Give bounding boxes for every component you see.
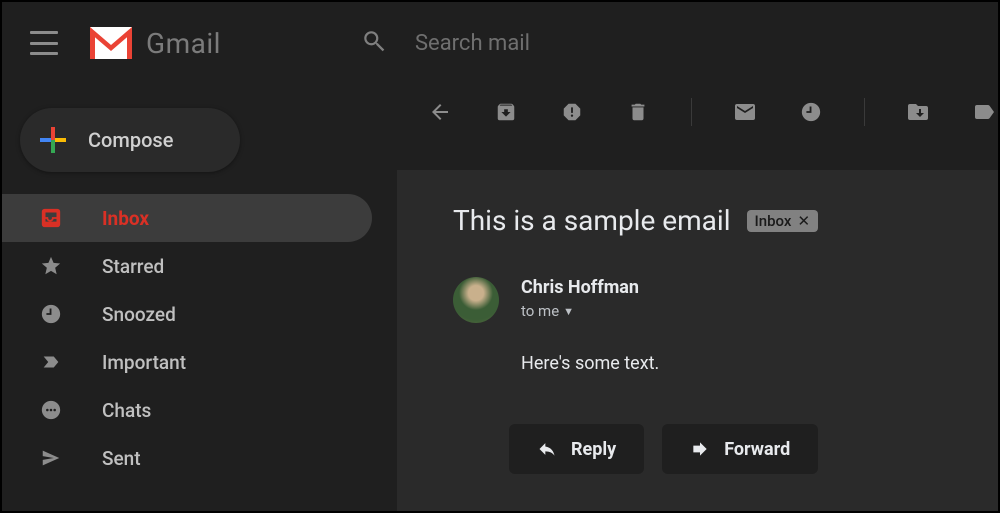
message-panel: This is a sample email Inbox ✕ Chris Hof…: [397, 170, 998, 511]
search-icon: [361, 28, 387, 58]
email-subject: This is a sample email: [453, 204, 731, 237]
toolbar-separator: [691, 98, 692, 126]
snooze-button[interactable]: [798, 99, 824, 125]
sender-name: Chris Hoffman: [521, 277, 639, 298]
toolbar-separator: [864, 98, 865, 126]
spam-button[interactable]: [559, 99, 585, 125]
archive-button[interactable]: [493, 99, 519, 125]
forward-button[interactable]: Forward: [662, 424, 818, 474]
sidebar-item-label: Starred: [102, 255, 164, 278]
reply-label: Reply: [571, 439, 616, 460]
main-area: This is a sample email Inbox ✕ Chris Hof…: [397, 84, 998, 511]
star-icon: [40, 255, 64, 277]
sidebar-item-label: Snoozed: [102, 303, 176, 326]
sidebar: Compose Inbox Starred Snoozed Important …: [2, 84, 397, 511]
move-to-button[interactable]: [905, 99, 931, 125]
main-menu-button[interactable]: [30, 31, 58, 55]
app-header: Gmail: [2, 2, 998, 84]
delete-button[interactable]: [625, 99, 651, 125]
chevron-down-icon: ▼: [563, 305, 574, 318]
chat-icon: [40, 399, 64, 421]
reply-icon: [537, 439, 557, 459]
search-input[interactable]: [415, 31, 815, 56]
forward-icon: [690, 439, 710, 459]
sidebar-item-important[interactable]: Important: [2, 338, 372, 386]
plus-icon: [40, 127, 66, 153]
search-bar[interactable]: [361, 28, 815, 58]
gmail-logo[interactable]: Gmail: [90, 27, 221, 60]
sidebar-item-starred[interactable]: Starred: [2, 242, 372, 290]
mark-unread-button[interactable]: [732, 99, 758, 125]
sender-avatar[interactable]: [453, 277, 499, 323]
recipient-line[interactable]: to me ▼: [521, 302, 639, 320]
sidebar-item-label: Inbox: [102, 207, 149, 230]
compose-label: Compose: [88, 128, 173, 152]
sidebar-item-snoozed[interactable]: Snoozed: [2, 290, 372, 338]
back-button[interactable]: [427, 99, 453, 125]
sidebar-item-chats[interactable]: Chats: [2, 386, 372, 434]
clock-icon: [40, 303, 64, 325]
message-toolbar: [397, 84, 998, 140]
important-icon: [40, 351, 64, 373]
sidebar-item-inbox[interactable]: Inbox: [2, 194, 372, 242]
compose-button[interactable]: Compose: [20, 108, 240, 172]
inbox-icon: [40, 207, 64, 229]
sidebar-item-label: Chats: [102, 399, 151, 422]
gmail-icon: [90, 27, 132, 59]
labels-button[interactable]: [971, 99, 997, 125]
forward-label: Forward: [724, 439, 790, 460]
close-icon[interactable]: ✕: [797, 212, 810, 230]
label-chip-text: Inbox: [755, 212, 792, 230]
sidebar-item-sent[interactable]: Sent: [2, 434, 372, 482]
sidebar-item-label: Important: [102, 351, 186, 374]
sidebar-item-label: Sent: [102, 447, 141, 470]
email-body: Here's some text.: [521, 353, 998, 374]
label-chip[interactable]: Inbox ✕: [747, 210, 819, 232]
reply-button[interactable]: Reply: [509, 424, 644, 474]
sent-icon: [40, 447, 64, 469]
app-name: Gmail: [146, 27, 221, 60]
